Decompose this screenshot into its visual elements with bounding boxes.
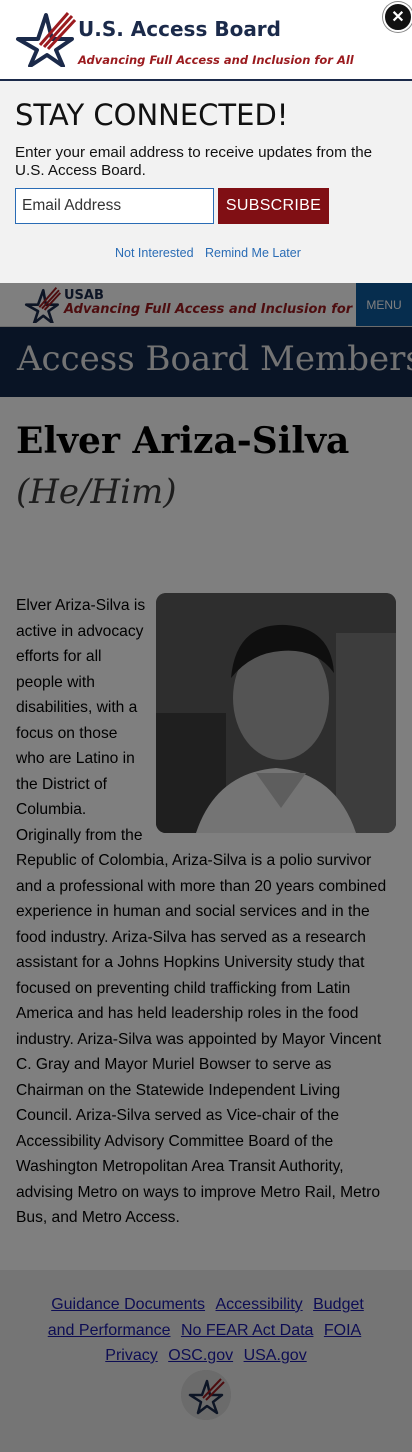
close-icon[interactable]: ✕	[383, 2, 412, 32]
modal-heading: STAY CONNECTED!	[15, 98, 289, 132]
modal-brand-name: U.S. Access Board	[78, 17, 281, 41]
subscribe-modal: U.S. Access Board Advancing Full Access …	[0, 0, 412, 283]
modal-description: Enter your email address to receive upda…	[15, 144, 373, 179]
not-interested-link[interactable]: Not Interested	[115, 246, 194, 260]
remind-later-link[interactable]: Remind Me Later	[205, 246, 301, 260]
modal-tagline: Advancing Full Access and Inclusion for …	[78, 53, 354, 67]
subscribe-button[interactable]: SUBSCRIBE	[218, 188, 329, 224]
star-logo-icon	[16, 12, 76, 67]
modal-header: U.S. Access Board Advancing Full Access …	[0, 0, 412, 81]
email-input[interactable]	[15, 188, 214, 224]
